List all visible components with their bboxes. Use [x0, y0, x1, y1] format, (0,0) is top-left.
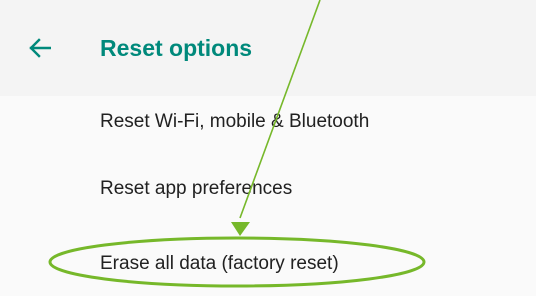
settings-screen: Reset options Reset Wi-Fi, mobile & Blue…: [0, 0, 536, 288]
arrow-left-icon: [29, 38, 51, 58]
menu-item-reset-app-preferences[interactable]: Reset app preferences: [0, 157, 536, 221]
menu-item-label: Reset app preferences: [100, 178, 293, 199]
page-title: Reset options: [100, 35, 253, 61]
menu-item-label: Erase all data (factory reset): [100, 253, 339, 274]
app-bar: Reset options: [0, 0, 536, 96]
menu-item-factory-reset[interactable]: Erase all data (factory reset): [0, 232, 536, 296]
menu-item-label: Reset Wi-Fi, mobile & Bluetooth: [100, 111, 370, 132]
menu-item-reset-network[interactable]: Reset Wi-Fi, mobile & Bluetooth: [0, 90, 536, 154]
back-button[interactable]: [20, 30, 60, 66]
